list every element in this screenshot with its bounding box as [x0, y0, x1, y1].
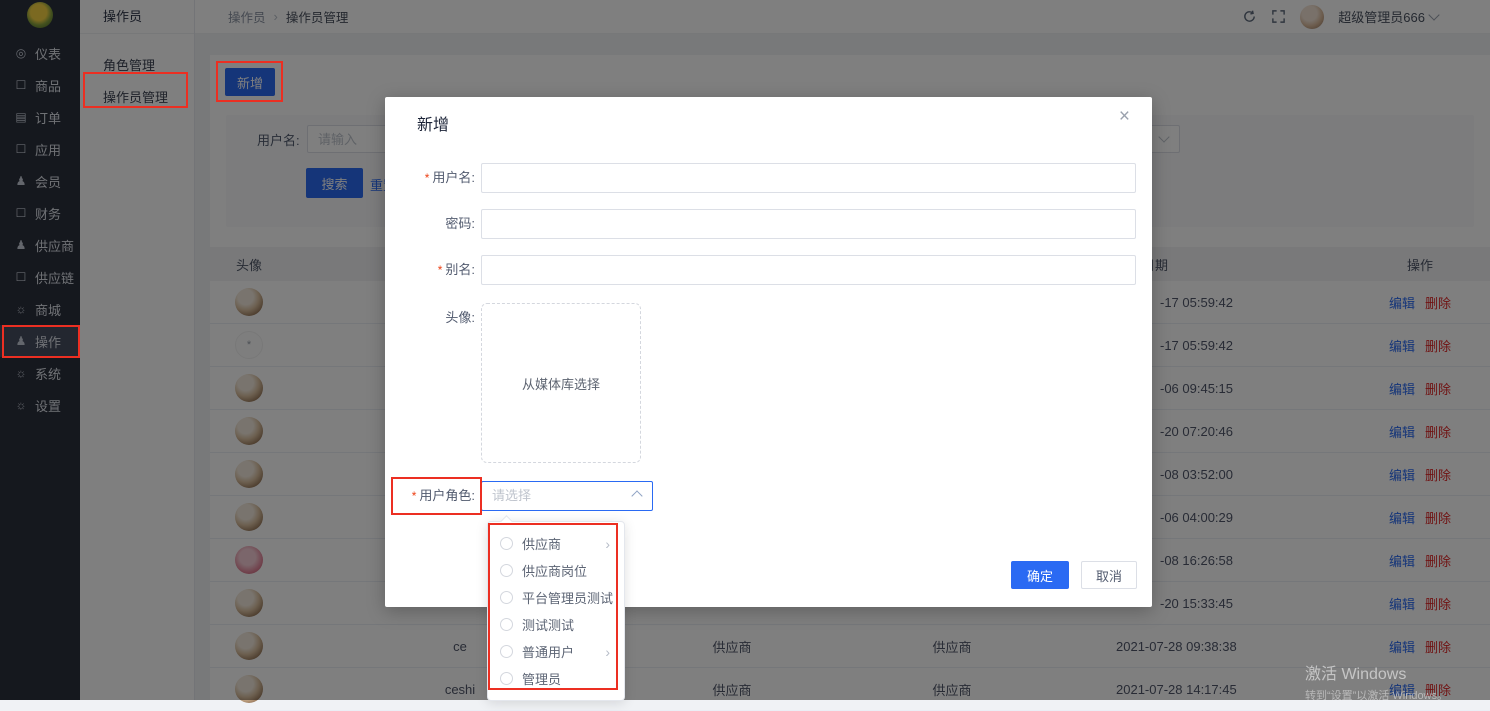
- role-options-list: 供应商 › 供应商岗位平台管理员测试测试测试普通用户 › 管理员: [488, 530, 624, 692]
- cancel-button[interactable]: 取消: [1081, 561, 1137, 589]
- required-asterisk: *: [425, 171, 430, 185]
- alias-field-label: *别名:: [385, 255, 475, 285]
- username-field[interactable]: [481, 163, 1136, 193]
- media-library-picker[interactable]: 从媒体库选择: [481, 303, 641, 463]
- radio-icon: [500, 537, 513, 550]
- chevron-up-icon: [631, 490, 642, 501]
- chevron-right-icon: ›: [605, 645, 610, 659]
- required-asterisk: *: [438, 263, 443, 277]
- alias-field[interactable]: [481, 255, 1136, 285]
- password-field-label: 密码:: [385, 209, 475, 239]
- required-asterisk: *: [412, 489, 417, 503]
- role-dropdown-panel: 供应商 › 供应商岗位平台管理员测试测试测试普通用户 › 管理员: [487, 521, 625, 701]
- role-option-label: 测试测试: [522, 615, 574, 634]
- role-option-供应商岗位[interactable]: 供应商岗位: [488, 557, 624, 584]
- role-option-供应商[interactable]: 供应商 ›: [488, 530, 624, 557]
- role-option-label: 供应商岗位: [522, 561, 587, 580]
- password-field[interactable]: [481, 209, 1136, 239]
- radio-icon: [500, 618, 513, 631]
- close-icon[interactable]: ×: [1119, 107, 1130, 126]
- radio-icon: [500, 591, 513, 604]
- role-select[interactable]: 请选择: [481, 481, 653, 511]
- role-option-label: 管理员: [522, 669, 561, 688]
- radio-icon: [500, 645, 513, 658]
- radio-icon: [500, 564, 513, 577]
- username-field-label: *用户名:: [385, 163, 475, 193]
- chevron-right-icon: ›: [605, 537, 610, 551]
- role-field-label: *用户角色:: [385, 481, 475, 511]
- role-option-普通用户[interactable]: 普通用户 ›: [488, 638, 624, 665]
- role-select-placeholder: 请选择: [492, 482, 531, 510]
- role-option-label: 供应商: [522, 534, 561, 553]
- role-option-label: 平台管理员测试: [522, 588, 613, 607]
- role-option-平台管理员测试[interactable]: 平台管理员测试: [488, 584, 624, 611]
- role-option-label: 普通用户: [522, 642, 574, 661]
- role-option-测试测试[interactable]: 测试测试: [488, 611, 624, 638]
- confirm-button[interactable]: 确定: [1011, 561, 1069, 589]
- avatar-field-label: 头像:: [385, 303, 475, 333]
- dialog-title: 新增: [417, 111, 449, 135]
- radio-icon: [500, 672, 513, 685]
- role-option-管理员[interactable]: 管理员: [488, 665, 624, 692]
